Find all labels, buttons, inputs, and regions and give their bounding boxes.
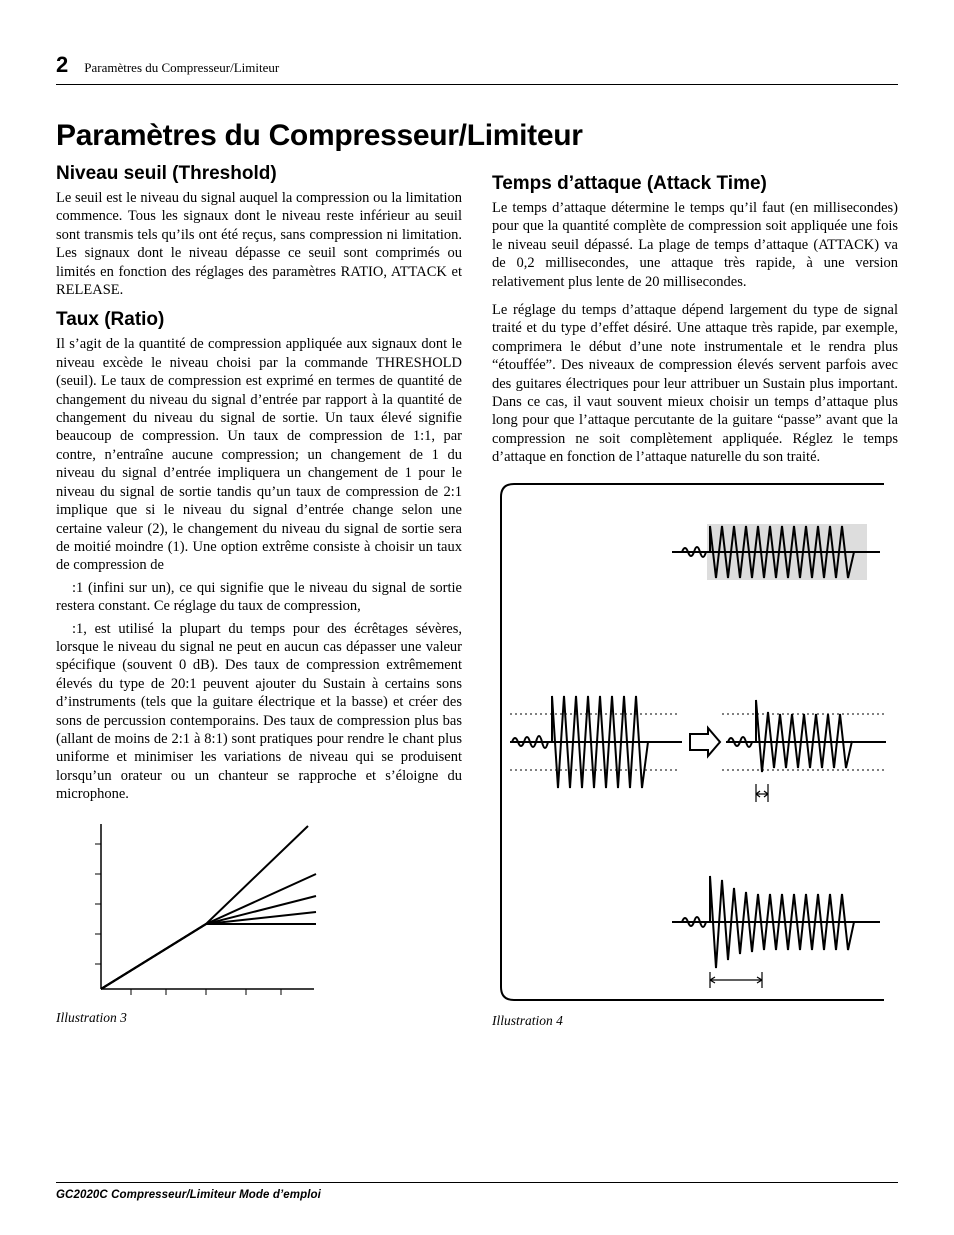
- figure-3: Illustration 3: [56, 814, 462, 1026]
- attack-waveforms-icon: [492, 477, 887, 1007]
- page-number: 2: [56, 52, 68, 78]
- paragraph: Le réglage du temps d’attaque dépend lar…: [492, 301, 898, 467]
- paragraph: :1, est utilisé la plupart du temps pour…: [56, 620, 462, 804]
- running-title: Paramètres du Compresseur/Limiteur: [84, 60, 279, 76]
- page-footer: GC2020C Compresseur/Limiteur Mode d’empl…: [56, 1182, 898, 1201]
- section-title: Paramètres du Compresseur/Limiteur: [56, 119, 898, 153]
- figure-4: Illustration 4: [492, 477, 898, 1029]
- figure-caption: Illustration 4: [492, 1013, 898, 1029]
- heading-ratio: Taux (Ratio): [56, 309, 462, 331]
- paragraph: Le temps d’attaque détermine le temps qu…: [492, 199, 898, 291]
- figure-caption: Illustration 3: [56, 1010, 462, 1026]
- running-header: 2 Paramètres du Compresseur/Limiteur: [56, 52, 898, 85]
- page: 2 Paramètres du Compresseur/Limiteur Par…: [0, 0, 954, 1235]
- paragraph: Il s’agit de la quantité de compression …: [56, 335, 462, 574]
- paragraph: :1 (infini sur un), ce qui signifie que …: [56, 579, 462, 616]
- heading-attack: Temps d’attaque (Attack Time): [492, 173, 898, 195]
- two-column-body: Niveau seuil (Threshold) Le seuil est le…: [56, 163, 898, 1183]
- heading-threshold: Niveau seuil (Threshold): [56, 163, 462, 185]
- ratio-chart-icon: [56, 814, 326, 1004]
- paragraph: Le seuil est le niveau du signal auquel …: [56, 189, 462, 299]
